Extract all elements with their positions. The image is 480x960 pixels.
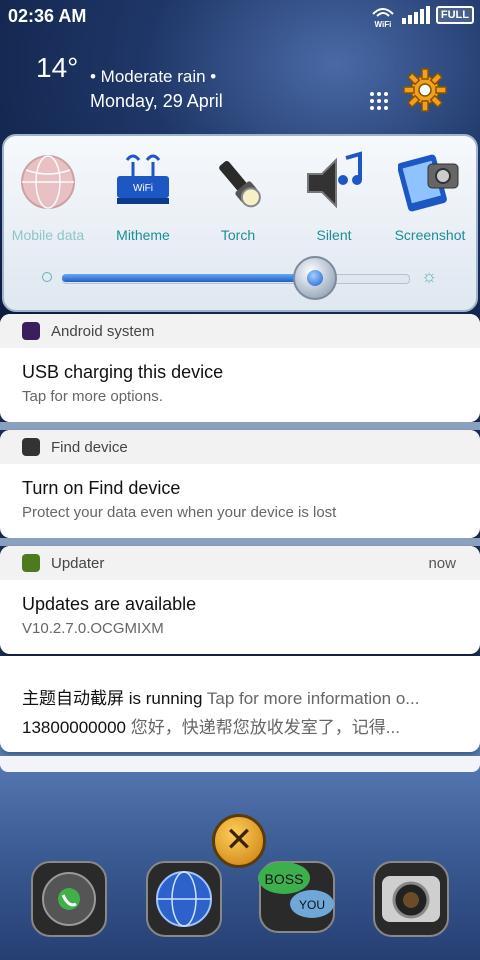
close-x-icon: ✕ — [224, 821, 254, 859]
chat-boss-you-icon[interactable]: BOSS YOU — [258, 856, 336, 934]
settings-gear-icon[interactable] — [402, 67, 448, 113]
tile-silent[interactable]: Silent — [289, 150, 379, 243]
tile-label: Mitheme — [116, 227, 170, 243]
notification-text: V10.2.7.0.OCGMIXM — [22, 620, 164, 637]
notification-text: Protect your data even when your device … — [22, 504, 337, 521]
tile-mitheme[interactable]: WiFi Mitheme — [98, 150, 188, 243]
notification-find-device[interactable]: Find device Turn on Find device Protect … — [0, 430, 480, 538]
tile-screenshot[interactable]: Screenshot — [385, 150, 475, 243]
group-line-2: 13800000000 您好，快递帮您放收发室了，记得... — [22, 718, 400, 737]
weather-temperature: 14° — [36, 52, 79, 83]
group-line-1: 主题自动截屏 is running Tap for more informati… — [22, 689, 420, 708]
svg-text:YOU: YOU — [299, 898, 325, 912]
brightness-slider-knob[interactable] — [292, 256, 337, 300]
clear-all-close-button[interactable]: ✕ — [212, 814, 266, 868]
notification-title: Updates are available — [22, 594, 197, 614]
browser-globe-icon[interactable] — [145, 860, 223, 938]
notification-app-name: Find device — [51, 439, 128, 456]
camera-icon[interactable] — [372, 860, 450, 938]
speaker-music-icon — [307, 151, 362, 209]
signal-icon — [401, 6, 430, 24]
svg-text:WiFi: WiFi — [133, 183, 153, 194]
clear-area-edge — [0, 756, 480, 772]
tile-torch[interactable]: Torch — [193, 150, 283, 243]
tile-label: Torch — [220, 227, 256, 243]
notification-time: now — [428, 555, 456, 572]
android-system-icon — [22, 322, 40, 340]
notification-text: Tap for more options. — [22, 388, 163, 405]
notification-header: Find device — [0, 430, 480, 464]
find-device-icon — [22, 438, 40, 456]
weather-date: Monday, 29 April — [90, 91, 223, 111]
brightness-slider-fill — [62, 274, 315, 282]
updater-icon — [22, 554, 40, 572]
phone-icon[interactable] — [30, 860, 108, 938]
brightness-low-icon — [42, 272, 52, 282]
status-time: 02:36 AM — [8, 6, 87, 26]
brightness-high-icon: ☼ — [420, 266, 438, 286]
svg-text:BOSS: BOSS — [265, 871, 304, 887]
notification-group-collapsed[interactable]: 主题自动截屏 is running Tap for more informati… — [0, 656, 480, 752]
battery-icon: FULL — [435, 6, 474, 24]
notification-app-name: Updater — [51, 555, 105, 572]
notification-header: Updater now — [0, 546, 480, 580]
tile-label: Mobile data — [11, 227, 85, 243]
status-icons: WiFi FULL — [370, 6, 474, 29]
screenshot-camera-icon — [397, 154, 459, 212]
notification-app-name: Android system — [51, 323, 155, 340]
wifi-router-icon: WiFi — [117, 154, 169, 204]
tile-label: Screenshot — [394, 227, 466, 243]
wallpaper-strip — [0, 538, 480, 546]
notification-title: Turn on Find device — [22, 478, 181, 498]
wallpaper-strip — [0, 422, 480, 430]
notification-header: Android system — [0, 314, 480, 348]
grid-menu-icon[interactable] — [370, 92, 388, 110]
weather-condition: • Moderate rain • — [90, 67, 217, 86]
notification-title: USB charging this device — [22, 362, 224, 382]
flashlight-icon — [219, 160, 261, 208]
wifi-icon: WiFi — [370, 6, 396, 29]
notification-updater[interactable]: Updater now Updates are available V10.2.… — [0, 546, 480, 654]
tile-label: Silent — [316, 227, 352, 243]
tile-mobile-data[interactable]: Mobile data — [3, 150, 93, 243]
globe-icon — [21, 155, 75, 209]
notification-android-system[interactable]: Android system USB charging this device … — [0, 314, 480, 422]
